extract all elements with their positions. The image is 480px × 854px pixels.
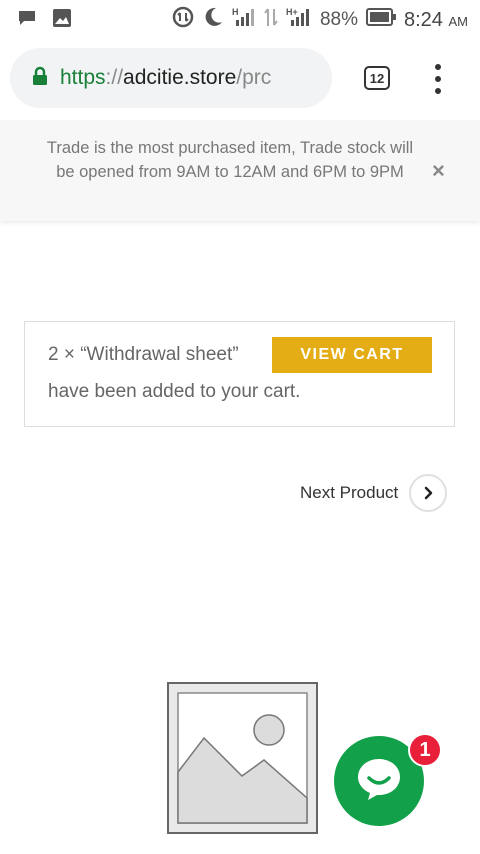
network-label-hplus: H+	[286, 7, 298, 17]
battery-icon	[366, 8, 396, 32]
cart-added-message: 2 × “Withdrawal sheet” VIEW CART have be…	[24, 321, 455, 427]
next-product-link[interactable]: Next Product	[300, 474, 448, 512]
signal-hplus-icon: H+	[286, 6, 312, 34]
message-notification-icon	[18, 10, 36, 31]
chevron-right-icon[interactable]	[409, 474, 448, 512]
signal-h-icon: H	[232, 6, 256, 34]
overflow-menu-icon[interactable]	[430, 64, 446, 94]
store-notice-banner: Trade is the most purchased item, Trade …	[0, 120, 480, 221]
network-label-h: H	[232, 7, 239, 17]
clock: 8:24 AM	[404, 9, 468, 32]
clock-time: 8:24	[404, 8, 443, 31]
url-scheme: https	[60, 66, 106, 89]
view-cart-button[interactable]: VIEW CART	[272, 337, 432, 373]
do-not-disturb-moon-icon	[202, 6, 224, 34]
status-bar: H H+ 88% 8:24 AM	[0, 0, 480, 38]
data-transfer-arrows-icon	[264, 6, 278, 34]
url-separator: ://	[105, 66, 124, 89]
chat-unread-badge: 1	[408, 733, 442, 767]
product-image-placeholder-icon	[164, 680, 320, 836]
image-notification-icon	[52, 8, 72, 33]
lock-icon[interactable]	[32, 66, 48, 91]
url-text[interactable]: https://adcitie.store/prc	[60, 66, 315, 90]
battery-percent: 88%	[319, 9, 358, 30]
data-saver-icon	[172, 6, 194, 34]
address-bar[interactable]: https://adcitie.store/prc	[10, 48, 332, 108]
cart-message-text: have been added to your cart.	[48, 381, 301, 402]
clock-ampm: AM	[448, 13, 469, 29]
store-notice-text: Trade is the most purchased item, Trade …	[46, 139, 414, 181]
url-host: adcitie.store	[123, 66, 237, 89]
close-icon[interactable]: ×	[432, 158, 445, 184]
tab-count: 12	[369, 70, 385, 86]
next-product-label[interactable]: Next Product	[300, 483, 398, 503]
url-path: /prc	[236, 66, 272, 89]
browser-toolbar: https://adcitie.store/prc 12	[0, 38, 480, 120]
cart-message-product: 2 × “Withdrawal sheet”	[48, 344, 239, 365]
tab-switcher-button[interactable]: 12	[364, 66, 390, 90]
chat-bubble-icon	[355, 756, 403, 807]
